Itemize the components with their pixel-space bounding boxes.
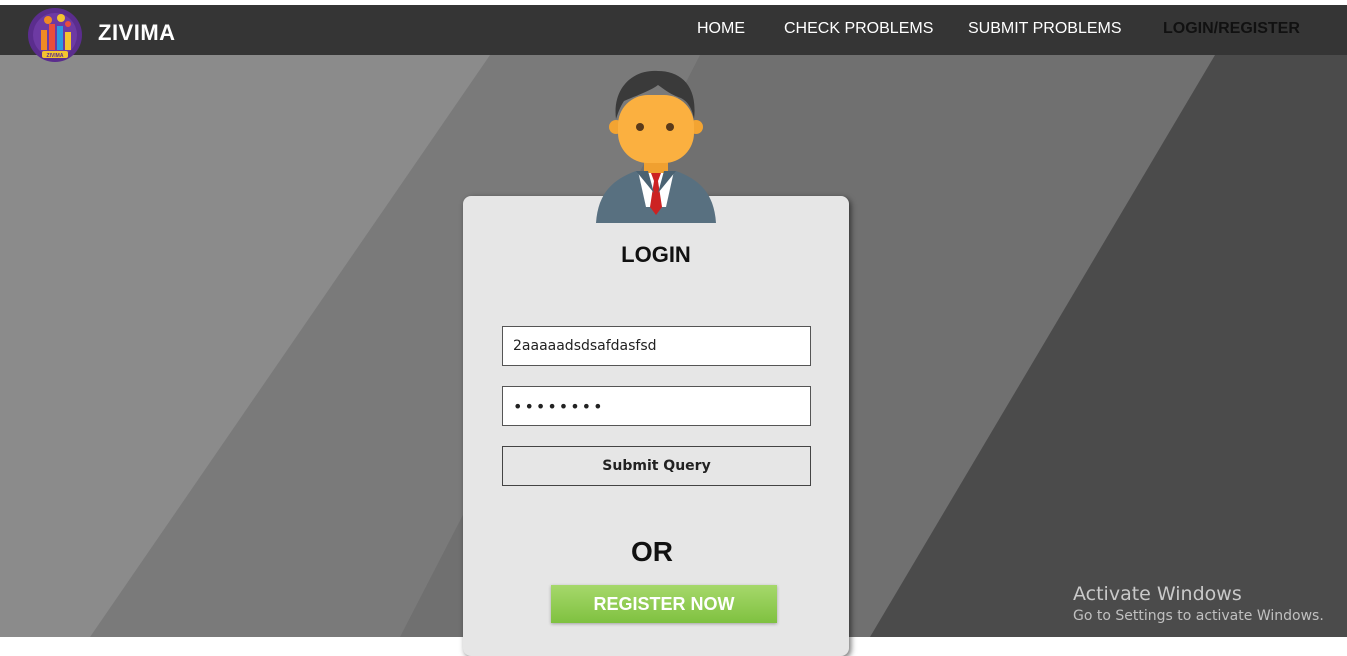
nav-home[interactable]: HOME: [697, 20, 745, 38]
user-avatar-icon: [594, 67, 718, 223]
nav-login-register[interactable]: LOGIN/REGISTER: [1163, 20, 1300, 38]
watermark-title: Activate Windows: [1073, 583, 1242, 605]
or-separator: OR: [631, 536, 673, 567]
password-input[interactable]: [502, 386, 811, 426]
brand-name[interactable]: ZIVIMA: [98, 20, 176, 46]
watermark-subtitle: Go to Settings to activate Windows.: [1073, 608, 1324, 624]
logo-text: ZIVIMA: [47, 53, 64, 59]
nav-submit-problems[interactable]: SUBMIT PROBLEMS: [968, 20, 1122, 38]
nav-check-problems[interactable]: CHECK PROBLEMS: [784, 20, 933, 38]
login-title: LOGIN: [621, 242, 691, 267]
navbar: ZIVIMA ZIVIMA HOME CHECK PROBLEMS SUBMIT…: [0, 5, 1347, 62]
register-now-button[interactable]: REGISTER NOW: [551, 585, 777, 623]
submit-query-button[interactable]: Submit Query: [502, 446, 811, 486]
username-input[interactable]: [502, 326, 811, 366]
windows-activation-watermark: Activate Windows Go to Settings to activ…: [1073, 583, 1324, 624]
zivima-logo-icon[interactable]: ZIVIMA: [28, 8, 83, 63]
